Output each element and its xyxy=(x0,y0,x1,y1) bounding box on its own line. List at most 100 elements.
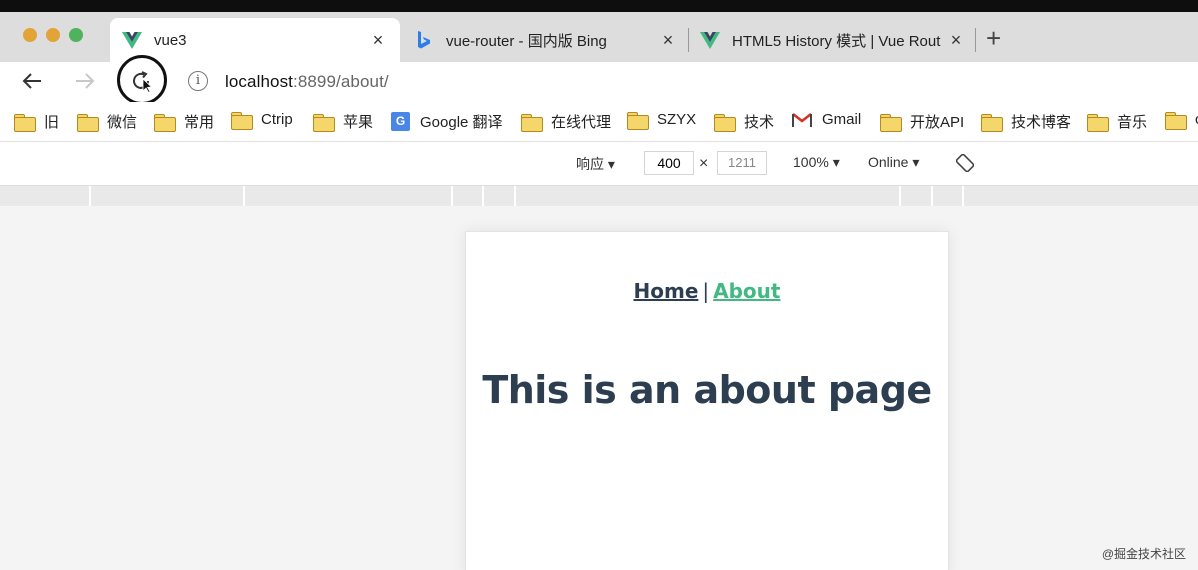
gmail-icon xyxy=(792,112,812,127)
tab-label: vue-router - 国内版 Bing xyxy=(446,32,607,50)
folder-icon xyxy=(1087,113,1109,132)
bookmark-label: 技术博客 xyxy=(1011,114,1072,131)
vue-logo-icon xyxy=(700,31,720,49)
bookmark-jishu-boke[interactable]: 技术博客 xyxy=(981,111,1071,132)
dimension-separator: × xyxy=(699,155,709,172)
media-query-ruler xyxy=(0,186,1198,206)
bing-logo-icon xyxy=(414,31,434,49)
url-text: localhost:8899/about/ xyxy=(225,72,389,92)
tab-bing[interactable]: vue-router - 国内版 Bing × xyxy=(404,18,686,62)
browser-toolbar: i localhost:8899/about/ xyxy=(0,55,1198,105)
bookmark-overflow[interactable]: c xyxy=(1165,111,1198,130)
bookmark-gmail[interactable]: Gmail xyxy=(792,111,861,128)
minimize-window-button[interactable] xyxy=(46,28,60,42)
device-frame: Home | About This is an about page xyxy=(465,231,949,570)
ruler-tick xyxy=(482,186,484,206)
bookmarks-bar: 旧 微信 常用 Ctrip 苹果 G Google 翻译 在线代理 SZYX 技术… xyxy=(0,102,1198,142)
tab-vue3[interactable]: vue3 × xyxy=(110,18,400,62)
bookmark-label: 苹果 xyxy=(343,114,374,131)
google-translate-icon: G xyxy=(391,112,410,131)
reload-icon xyxy=(133,71,153,93)
close-tab-icon[interactable]: × xyxy=(368,30,388,51)
bookmark-changyong[interactable]: 常用 xyxy=(154,111,214,132)
folder-icon xyxy=(714,113,736,132)
close-tab-icon[interactable]: × xyxy=(946,30,966,51)
folder-icon xyxy=(521,113,543,132)
bookmark-label: Google 翻译 xyxy=(420,114,503,131)
nav-link-home[interactable]: Home xyxy=(634,279,699,303)
tab-strip: vue3 × vue-router - 国内版 Bing × HTML5 His… xyxy=(0,12,1198,62)
viewport-height-input[interactable]: 1211 xyxy=(717,151,767,175)
reload-button[interactable] xyxy=(126,66,156,96)
viewport-width-input[interactable]: 400 xyxy=(644,151,694,175)
url-path: :8899/about/ xyxy=(293,72,389,91)
site-info-icon[interactable]: i xyxy=(188,71,208,91)
bookmark-szyx[interactable]: SZYX xyxy=(627,111,697,130)
emulated-viewport-area: Home | About This is an about page xyxy=(0,206,1198,570)
arrow-right-icon xyxy=(76,73,95,89)
bookmark-label: 音乐 xyxy=(1117,114,1148,131)
folder-icon xyxy=(313,113,335,132)
arrow-left-icon xyxy=(22,73,41,89)
bookmark-jishu[interactable]: 技术 xyxy=(714,111,774,132)
back-button[interactable] xyxy=(17,66,47,96)
folder-icon xyxy=(627,111,649,130)
tab-vue-router-docs[interactable]: HTML5 History 模式 | Vue Rout × xyxy=(690,18,972,62)
watermark: @掘金技术社区 xyxy=(1101,547,1186,561)
folder-icon xyxy=(880,113,902,132)
bookmark-label: 开放API xyxy=(910,114,965,131)
ruler-tick xyxy=(931,186,933,206)
device-mode-select[interactable]: 响应 ▾ xyxy=(576,154,615,174)
window-controls xyxy=(23,28,83,42)
close-tab-icon[interactable]: × xyxy=(658,30,678,51)
device-toolbar: 响应 ▾ 400 × 1211 100% ▾ Online ▾ xyxy=(0,142,1198,186)
bookmark-label: 在线代理 xyxy=(551,114,612,131)
tab-divider xyxy=(975,28,976,52)
bookmark-ctrip[interactable]: Ctrip xyxy=(231,111,293,130)
tab-label: HTML5 History 模式 | Vue Rout xyxy=(732,32,941,50)
page-nav: Home | About xyxy=(466,279,948,303)
tab-label: vue3 xyxy=(154,31,187,49)
folder-icon xyxy=(14,113,36,132)
close-window-button[interactable] xyxy=(23,28,37,42)
zoom-select[interactable]: 100% ▾ xyxy=(793,154,840,171)
bookmark-label: 微信 xyxy=(107,114,138,131)
ruler-tick xyxy=(899,186,901,206)
vue-logo-icon xyxy=(122,31,142,49)
folder-icon xyxy=(231,111,253,130)
folder-icon xyxy=(154,113,176,132)
ruler-tick xyxy=(962,186,964,206)
bookmark-label: Gmail xyxy=(822,111,862,128)
nav-link-about[interactable]: About xyxy=(713,279,780,303)
bookmark-zaixian-daili[interactable]: 在线代理 xyxy=(521,111,611,132)
bookmark-label: 常用 xyxy=(184,114,215,131)
new-tab-button[interactable]: + xyxy=(986,25,1001,51)
network-throttle-select[interactable]: Online ▾ xyxy=(868,154,919,171)
menu-bar-strip xyxy=(0,0,1198,12)
bookmark-jiu[interactable]: 旧 xyxy=(14,111,59,132)
bookmark-google-translate[interactable]: G Google 翻译 xyxy=(391,111,503,132)
ruler-tick xyxy=(451,186,453,206)
bookmark-weixin[interactable]: 微信 xyxy=(77,111,137,132)
rotate-icon[interactable] xyxy=(956,154,974,172)
zoom-window-button[interactable] xyxy=(69,28,83,42)
folder-icon xyxy=(77,113,99,132)
folder-icon xyxy=(1165,111,1187,130)
bookmark-pingguo[interactable]: 苹果 xyxy=(313,111,373,132)
ruler-tick xyxy=(243,186,245,206)
address-bar[interactable]: i localhost:8899/about/ xyxy=(172,64,1198,100)
bookmark-yinyue[interactable]: 音乐 xyxy=(1087,111,1147,132)
ruler-tick xyxy=(514,186,516,206)
ruler-tick xyxy=(89,186,91,206)
url-host: localhost xyxy=(225,72,293,91)
bookmark-label: 技术 xyxy=(744,114,775,131)
folder-icon xyxy=(981,113,1003,132)
bookmark-kaifang-api[interactable]: 开放API xyxy=(880,111,964,132)
bookmark-label: Ctrip xyxy=(261,111,293,128)
forward-button[interactable] xyxy=(70,66,100,96)
bookmark-label: SZYX xyxy=(657,111,697,128)
bookmark-label: 旧 xyxy=(44,114,60,131)
nav-separator: | xyxy=(702,279,710,303)
tab-divider xyxy=(688,28,689,52)
page-heading: This is an about page xyxy=(482,368,932,412)
